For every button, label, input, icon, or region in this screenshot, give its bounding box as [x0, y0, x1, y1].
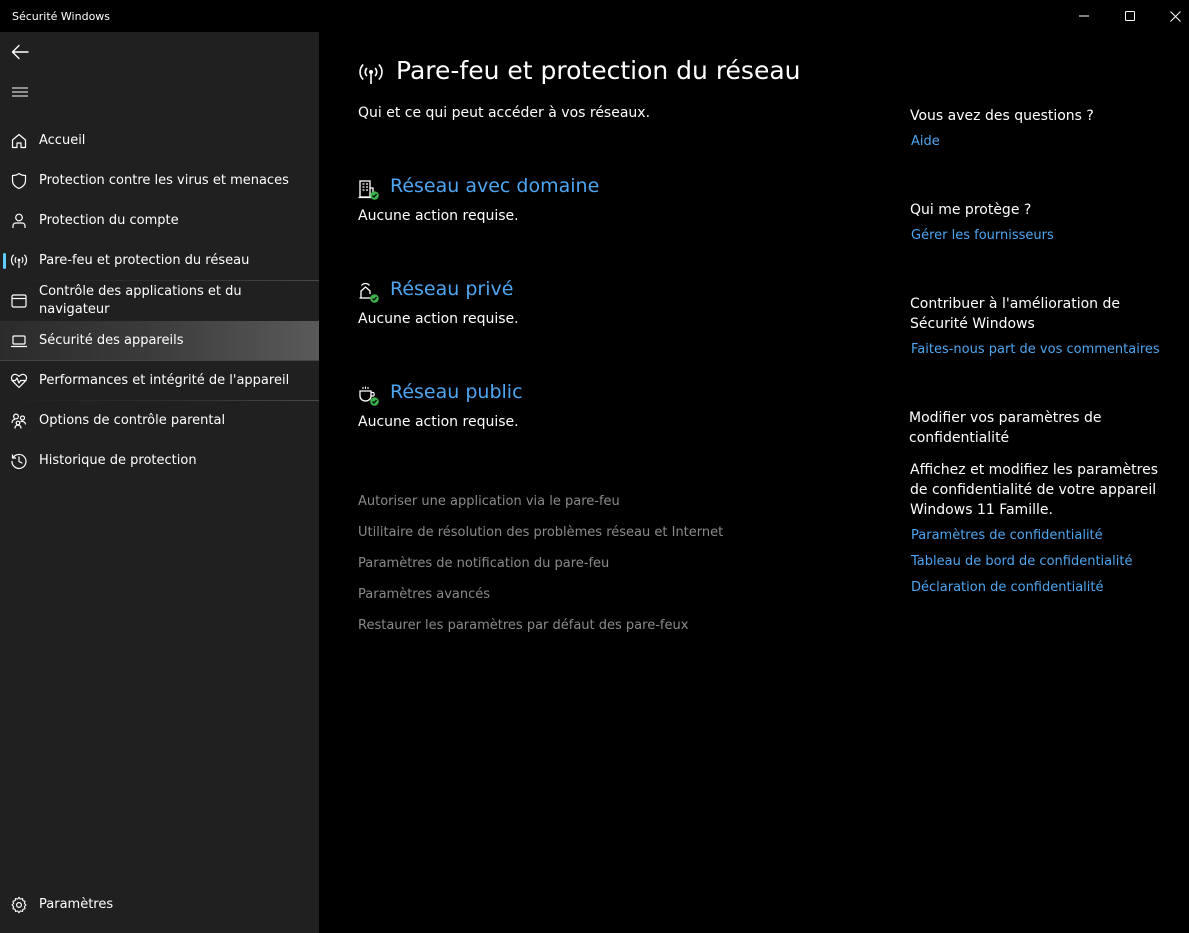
help-link[interactable]: Aide [911, 134, 940, 149]
sidebar-item-app-browser-control[interactable]: Contrôle des applications et du navigate… [0, 281, 319, 321]
antenna-icon [10, 254, 28, 268]
laptop-icon [10, 335, 28, 348]
maximize-button[interactable] [1107, 0, 1153, 32]
sidebar-item-label: Performances et intégrité de l'appareil [39, 373, 290, 388]
contribute-heading-line1: Contribuer à l'amélioration de [910, 296, 1120, 312]
sidebar-item-settings[interactable]: Paramètres [0, 885, 319, 925]
sidebar-item-label: Protection du compte [39, 213, 179, 228]
sidebar-item-label: Sécurité des appareils [39, 333, 184, 348]
domain-network-icon [358, 180, 379, 200]
sidebar-item-family-options[interactable]: Options de contrôle parental [0, 401, 319, 441]
heart-pulse-icon [10, 373, 28, 389]
sidebar-item-firewall[interactable]: Pare-feu et protection du réseau [0, 241, 319, 281]
page-title: Pare-feu et protection du réseau [396, 56, 801, 85]
network-domain: Réseau avec domaine Aucune action requis… [358, 175, 758, 235]
network-domain-link[interactable]: Réseau avec domaine [390, 175, 599, 197]
protects-heading: Qui me protège ? [910, 202, 1032, 218]
restore-defaults-link[interactable]: Restaurer les paramètres par défaut des … [358, 618, 688, 633]
minimize-icon [1079, 15, 1089, 17]
maximize-icon [1125, 11, 1135, 21]
close-button[interactable] [1152, 0, 1189, 32]
history-icon [11, 453, 27, 469]
back-button[interactable] [0, 32, 40, 72]
sidebar-item-device-security[interactable]: Sécurité des appareils [0, 321, 319, 361]
network-status: Aucune action requise. [358, 311, 519, 327]
minimize-button[interactable] [1061, 0, 1107, 32]
sidebar-item-device-performance[interactable]: Performances et intégrité de l'appareil [0, 361, 319, 401]
notification-settings-link[interactable]: Paramètres de notification du pare-feu [358, 556, 609, 571]
private-network-icon [359, 282, 379, 303]
sidebar: Accueil Protection contre les virus et m… [0, 32, 319, 933]
sidebar-item-label: Contrôle des applications et du navigate… [39, 284, 242, 317]
network-public-link[interactable]: Réseau public [390, 381, 523, 403]
privacy-text-line3: Windows 11 Famille. [910, 502, 1053, 518]
family-icon [11, 413, 27, 429]
manage-providers-link[interactable]: Gérer les fournisseurs [911, 228, 1054, 243]
questions-heading: Vous avez des questions ? [910, 108, 1094, 124]
sidebar-item-label: Paramètres [39, 897, 114, 912]
network-public: Réseau public Aucune action requise. [358, 381, 758, 441]
antenna-icon [359, 63, 383, 84]
main-content: Pare-feu et protection du réseau Qui et … [319, 32, 1189, 933]
sidebar-item-home[interactable]: Accueil [0, 121, 319, 161]
privacy-dashboard-link[interactable]: Tableau de bord de confidentialité [911, 554, 1132, 569]
back-arrow-icon [11, 44, 29, 60]
network-status: Aucune action requise. [358, 414, 519, 430]
person-icon [12, 213, 26, 228]
sidebar-item-label: Pare-feu et protection du réseau [39, 253, 250, 268]
network-private: Réseau privé Aucune action requise. [358, 278, 758, 338]
privacy-heading-line1: Modifier vos paramètres de [909, 410, 1102, 426]
privacy-text-line2: de confidentialité de votre appareil [910, 482, 1157, 498]
app-window-icon [11, 294, 27, 308]
sidebar-item-label: Options de contrôle parental [39, 413, 226, 428]
gear-icon [11, 896, 27, 914]
allow-app-link[interactable]: Autoriser une application via le pare-fe… [358, 494, 620, 509]
page-subtitle: Qui et ce qui peut accéder à vos réseaux… [358, 105, 651, 121]
advanced-settings-link[interactable]: Paramètres avancés [358, 587, 490, 602]
sidebar-item-virus-protection[interactable]: Protection contre les virus et menaces [0, 161, 319, 201]
sidebar-item-label: Historique de protection [39, 453, 197, 468]
home-icon [11, 133, 27, 149]
window-title: Sécurité Windows [12, 10, 111, 23]
navigation-menu-button[interactable] [0, 72, 40, 112]
public-network-icon [359, 386, 379, 406]
network-private-link[interactable]: Réseau privé [390, 278, 513, 300]
privacy-text-line1: Affichez et modifiez les paramètres [910, 462, 1159, 478]
feedback-link[interactable]: Faites-nous part de vos commentaires [911, 342, 1160, 357]
title-bar: Sécurité Windows [0, 0, 1189, 32]
sidebar-item-label: Accueil [39, 133, 86, 148]
contribute-heading-line2: Sécurité Windows [910, 316, 1035, 332]
sidebar-item-protection-history[interactable]: Historique de protection [0, 441, 319, 481]
shield-icon [11, 172, 27, 190]
sidebar-item-account-protection[interactable]: Protection du compte [0, 201, 319, 241]
privacy-heading-line2: confidentialité [909, 430, 1010, 446]
hamburger-menu-icon [12, 87, 28, 97]
network-status: Aucune action requise. [358, 208, 519, 224]
privacy-statement-link[interactable]: Déclaration de confidentialité [911, 580, 1103, 595]
sidebar-item-label: Protection contre les virus et menaces [39, 173, 289, 188]
close-icon [1169, 10, 1181, 22]
privacy-settings-link[interactable]: Paramètres de confidentialité [911, 528, 1103, 543]
network-troubleshooter-link[interactable]: Utilitaire de résolution des problèmes r… [358, 525, 723, 540]
